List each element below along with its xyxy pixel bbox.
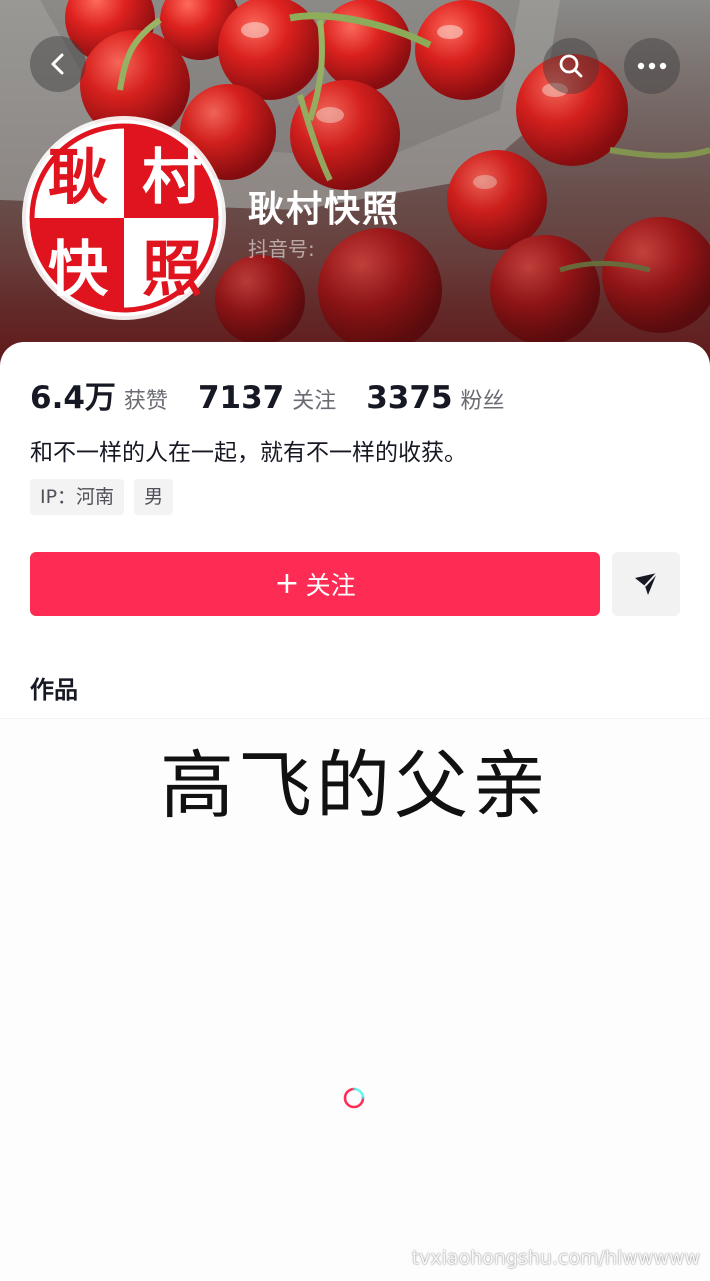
tab-works[interactable]: 作品 (30, 670, 78, 705)
avatar-char-1: 耿 (48, 143, 108, 213)
follow-button[interactable]: + 关注 (30, 552, 600, 616)
follow-button-label: 关注 (305, 571, 356, 600)
stat-followers-label: 粉丝 (460, 389, 505, 414)
chevron-left-icon (51, 53, 64, 75)
stat-following-value: 7137 (197, 380, 285, 416)
profile-stats: 6.4万 获赞 7137 关注 3375 粉丝 (30, 372, 535, 417)
overlay-caption: 高飞的父亲 (160, 743, 550, 829)
profile-tags: IP：河南 男 (30, 479, 183, 515)
search-button[interactable] (543, 38, 599, 94)
search-icon (559, 54, 583, 78)
more-dots-icon (637, 62, 667, 70)
douyin-id-label[interactable]: 抖音号: (248, 233, 315, 262)
back-button[interactable] (30, 36, 86, 92)
send-arrow-icon (635, 572, 658, 595)
stat-likes-label: 获赞 (123, 389, 168, 414)
plus-icon: + (274, 566, 300, 601)
more-button[interactable] (624, 38, 680, 94)
stat-likes[interactable]: 6.4万 获赞 (30, 372, 168, 417)
stat-following-label: 关注 (292, 389, 337, 414)
loading-spinner-icon (343, 1087, 365, 1109)
avatar-char-3: 快 (48, 235, 109, 305)
tag-ip-location: IP：河南 (30, 479, 125, 515)
profile-bio: 和不一样的人在一起，就有不一样的收获。 (30, 440, 467, 466)
avatar-char-4: 照 (142, 235, 202, 305)
watermark-text: tvxiaohongshu.com/hlwwwww (411, 1247, 700, 1269)
profile-name: 耿村快照 (248, 189, 401, 230)
avatar-logo: 耿 村 快 照 (29, 123, 219, 313)
stat-followers-value: 3375 (366, 380, 453, 416)
share-button[interactable] (612, 552, 680, 616)
stat-followers[interactable]: 3375 粉丝 (366, 380, 504, 416)
avatar-char-2: 村 (142, 143, 202, 213)
avatar[interactable]: 耿 村 快 照 (26, 120, 222, 316)
tag-gender: 男 (134, 479, 174, 515)
stat-likes-value: 6.4万 (30, 380, 116, 416)
stat-following[interactable]: 7137 关注 (198, 380, 336, 416)
